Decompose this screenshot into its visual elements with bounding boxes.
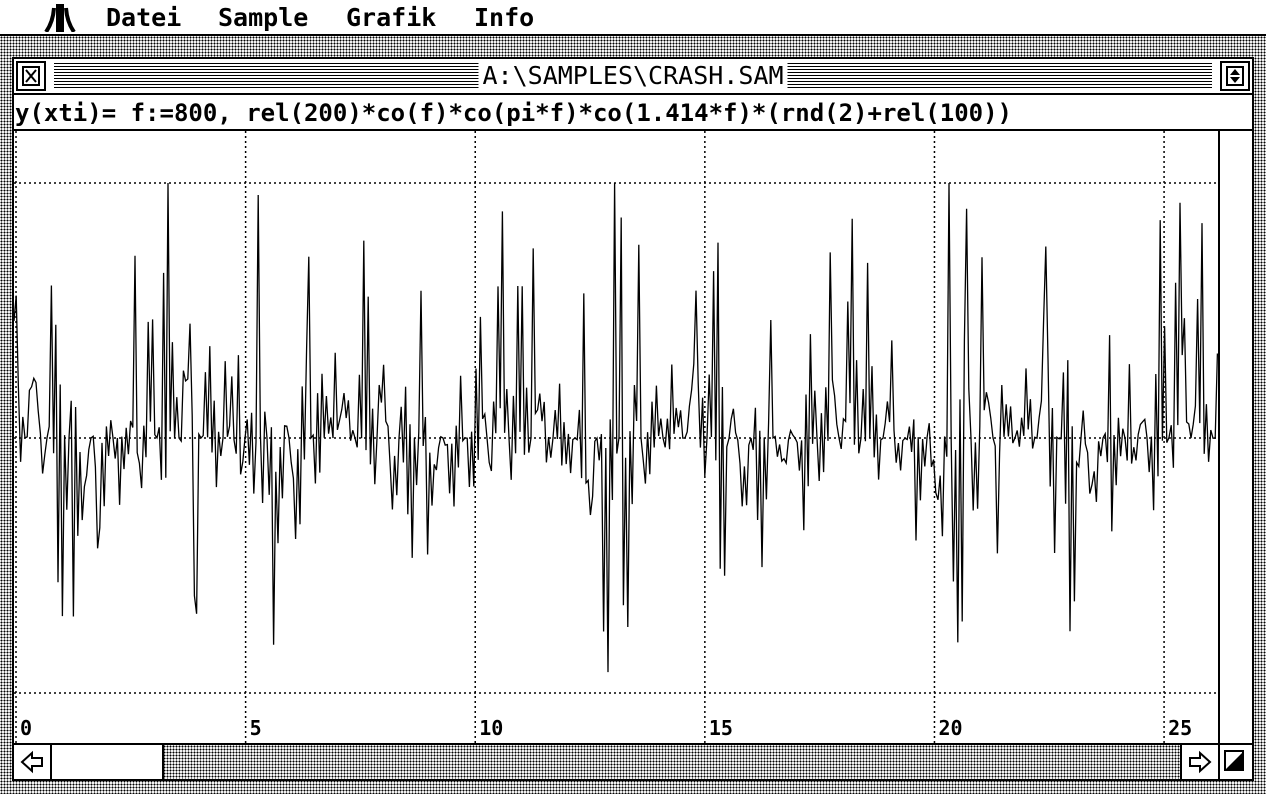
arrow-left-icon bbox=[20, 750, 43, 774]
horizontal-scroll-track[interactable] bbox=[52, 745, 1180, 779]
waveform-plot[interactable]: 0 5 10 15 20 25 bbox=[14, 131, 1218, 743]
sample-window: A:\SAMPLES\CRASH.SAM y(xti)= f:=800, rel… bbox=[12, 57, 1254, 781]
menu-grafik[interactable]: Grafik bbox=[346, 2, 436, 34]
menu-info[interactable]: Info bbox=[474, 2, 534, 34]
x-tick-label: 10 bbox=[479, 716, 503, 740]
close-icon bbox=[22, 66, 40, 86]
menu-bar: Datei Sample Grafik Info bbox=[0, 0, 1266, 36]
x-tick-label: 20 bbox=[938, 716, 962, 740]
arrow-right-icon bbox=[1189, 750, 1212, 774]
fuller-icon bbox=[1226, 66, 1244, 86]
atari-fuji-icon[interactable] bbox=[44, 4, 76, 32]
horizontal-scrollbar[interactable] bbox=[14, 743, 1218, 779]
formula-line: y(xti)= f:=800, rel(200)*co(f)*co(pi*f)*… bbox=[14, 95, 1252, 131]
waveform-line bbox=[14, 182, 1218, 673]
x-tick-labels: 0 5 10 15 20 25 bbox=[20, 716, 1192, 740]
resize-icon bbox=[1224, 750, 1244, 771]
x-tick-label: 25 bbox=[1168, 716, 1192, 740]
resize-box[interactable] bbox=[1218, 743, 1252, 779]
scroll-left-button[interactable] bbox=[14, 745, 52, 779]
horizontal-scroll-thumb[interactable] bbox=[52, 745, 164, 779]
window-title: A:\SAMPLES\CRASH.SAM bbox=[478, 61, 788, 91]
menu-sample[interactable]: Sample bbox=[218, 2, 308, 34]
x-tick-label: 0 bbox=[20, 716, 32, 740]
x-tick-label: 15 bbox=[709, 716, 733, 740]
x-tick-label: 5 bbox=[250, 716, 262, 740]
title-bar[interactable]: A:\SAMPLES\CRASH.SAM bbox=[14, 59, 1252, 95]
menu-datei[interactable]: Datei bbox=[106, 2, 181, 34]
vertical-scrollbar[interactable] bbox=[1218, 131, 1252, 743]
close-button[interactable] bbox=[16, 61, 46, 91]
scroll-right-button[interactable] bbox=[1180, 745, 1218, 779]
fuller-button[interactable] bbox=[1220, 61, 1250, 91]
